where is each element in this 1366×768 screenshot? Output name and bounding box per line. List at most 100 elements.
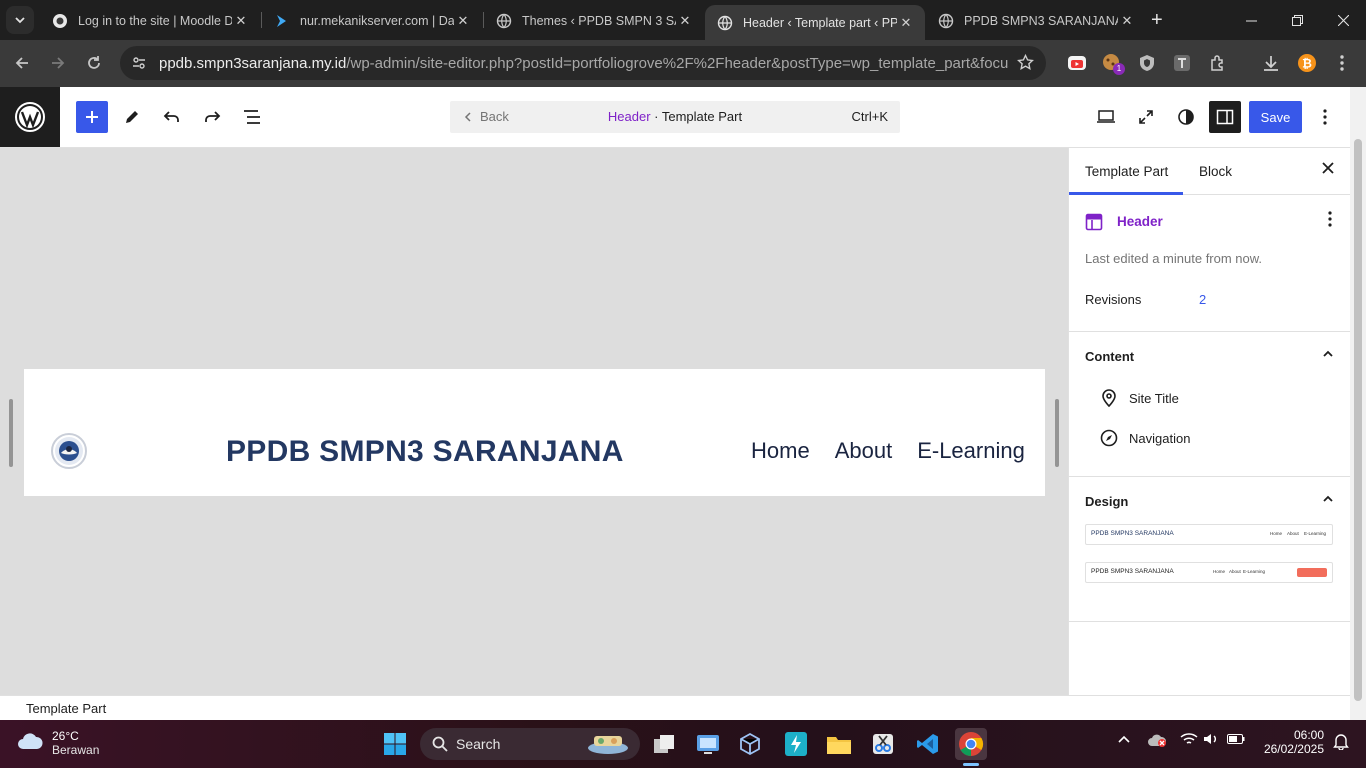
header-pattern-option-1[interactable]: PPDB SMPN3 SARANJANA Home About E-Learni… bbox=[1085, 524, 1333, 545]
command-center[interactable]: Back Header · Template Part Ctrl+K bbox=[450, 101, 900, 133]
file-explorer-app[interactable] bbox=[823, 728, 855, 760]
address-bar[interactable]: ppdb.smpn3saranjana.my.id/wp-admin/site-… bbox=[120, 46, 1046, 80]
windows-logo-icon bbox=[384, 733, 406, 755]
volume-tray-icon[interactable] bbox=[1203, 732, 1219, 751]
system-clock[interactable]: 06:00 26/02/2025 bbox=[1258, 728, 1324, 756]
close-icon[interactable]: ✕ bbox=[897, 15, 915, 31]
document-overview-button[interactable] bbox=[236, 101, 268, 133]
scrollbar-thumb[interactable] bbox=[1354, 139, 1362, 701]
sidebar-tabs: Template Part Block bbox=[1069, 148, 1350, 195]
save-button[interactable]: Save bbox=[1249, 101, 1302, 133]
undo-button[interactable] bbox=[156, 101, 188, 133]
virtualbox-app[interactable] bbox=[734, 728, 766, 760]
redo-button[interactable] bbox=[196, 101, 228, 133]
breadcrumb[interactable]: Template Part bbox=[26, 701, 106, 716]
battery-tray-icon[interactable] bbox=[1227, 732, 1245, 750]
close-icon[interactable]: ✕ bbox=[676, 13, 694, 29]
settings-sidebar-toggle[interactable] bbox=[1209, 101, 1241, 133]
chrome-app[interactable] bbox=[955, 728, 987, 760]
header-pattern-option-2[interactable]: PPDB SMPN3 SARANJANA Home About E-Learni… bbox=[1085, 562, 1333, 583]
remote-desktop-app[interactable] bbox=[692, 728, 724, 760]
zoom-out-button[interactable] bbox=[1130, 101, 1162, 133]
browser-tab-mekanikserver[interactable]: nur.mekanikserver.com | Dash ✕ bbox=[262, 5, 482, 36]
tools-button[interactable] bbox=[116, 101, 148, 133]
pattern-nav-item: About bbox=[1229, 569, 1241, 574]
resize-handle-left[interactable] bbox=[9, 399, 13, 467]
browser-tab-themes[interactable]: Themes ‹ PPDB SMPN 3 SARA ✕ bbox=[484, 5, 704, 36]
tab-block[interactable]: Block bbox=[1199, 164, 1232, 179]
block-inserter-button[interactable] bbox=[76, 101, 108, 133]
onedrive-tray-icon[interactable] bbox=[1147, 732, 1167, 753]
task-view-button[interactable] bbox=[648, 728, 680, 760]
cookie-extension-icon[interactable]: 1 bbox=[1100, 51, 1125, 75]
start-button[interactable] bbox=[379, 728, 411, 760]
reload-button[interactable] bbox=[81, 50, 107, 76]
download-icon[interactable] bbox=[1259, 51, 1283, 75]
close-icon[interactable]: ✕ bbox=[232, 13, 250, 29]
task-view-icon bbox=[654, 735, 674, 753]
youtube-extension-icon[interactable] bbox=[1065, 51, 1089, 75]
wifi-tray-icon[interactable] bbox=[1180, 732, 1198, 751]
restore-button[interactable] bbox=[1274, 0, 1320, 40]
site-title[interactable]: PPDB SMPN3 SARANJANA bbox=[226, 435, 624, 469]
show-hidden-icons-button[interactable] bbox=[1117, 732, 1131, 751]
content-panel-toggle[interactable]: Content bbox=[1069, 332, 1350, 379]
resize-handle-right[interactable] bbox=[1055, 399, 1059, 467]
power-automate-app[interactable] bbox=[780, 728, 812, 760]
weather-widget[interactable]: 26°C Berawan bbox=[16, 729, 99, 757]
vscode-app[interactable] bbox=[912, 728, 944, 760]
browser-tab-site[interactable]: PPDB SMPN3 SARANJANA ✕ bbox=[926, 5, 1146, 36]
device-preview-button[interactable] bbox=[1090, 101, 1122, 133]
search-highlight-icon bbox=[588, 736, 628, 754]
snipping-tool-app[interactable] bbox=[867, 728, 899, 760]
content-panel: Content Site Title Navigation bbox=[1069, 332, 1350, 477]
options-menu-button[interactable] bbox=[1309, 101, 1341, 133]
content-item-site-title[interactable]: Site Title bbox=[1069, 379, 1350, 419]
content-item-navigation[interactable]: Navigation bbox=[1069, 419, 1350, 459]
puzzle-extensions-icon[interactable] bbox=[1206, 51, 1230, 75]
nav-item-e-learning[interactable]: E-Learning bbox=[917, 438, 1025, 464]
close-sidebar-button[interactable] bbox=[1322, 162, 1334, 177]
revisions-label: Revisions bbox=[1085, 292, 1142, 307]
browser-tab-header-active[interactable]: Header ‹ Template part ‹ PPD ✕ bbox=[705, 5, 925, 40]
site-info-icon[interactable] bbox=[122, 46, 156, 80]
tab-search-button[interactable] bbox=[6, 6, 34, 34]
bookmark-star-icon[interactable] bbox=[1017, 53, 1034, 76]
close-window-button[interactable] bbox=[1320, 0, 1366, 40]
close-icon[interactable]: ✕ bbox=[1118, 13, 1136, 29]
minimize-button[interactable] bbox=[1228, 0, 1274, 40]
navigation-block[interactable]: Home About E-Learning bbox=[751, 438, 1025, 464]
tab-template-part[interactable]: Template Part bbox=[1085, 164, 1168, 179]
template-actions-button[interactable] bbox=[1328, 211, 1332, 232]
site-logo[interactable] bbox=[51, 433, 87, 469]
tab-title: nur.mekanikserver.com | Dash bbox=[300, 13, 454, 28]
page-scrollbar[interactable] bbox=[1350, 87, 1366, 720]
document-title[interactable]: Header · Template Part bbox=[450, 109, 900, 124]
revisions-count-link[interactable]: 2 bbox=[1199, 292, 1206, 307]
svg-text:₿: ₿ bbox=[1302, 57, 1312, 71]
chevron-up-icon bbox=[1322, 492, 1334, 510]
design-panel-toggle[interactable]: Design bbox=[1069, 477, 1350, 524]
arrow-right-icon bbox=[52, 57, 65, 69]
notification-bell-icon bbox=[1333, 734, 1349, 751]
header-template-preview[interactable]: PPDB SMPN3 SARANJANA Home About E-Learni… bbox=[24, 369, 1045, 496]
wordpress-logo-button[interactable] bbox=[0, 87, 60, 147]
close-icon[interactable]: ✕ bbox=[454, 13, 472, 29]
nav-item-about[interactable]: About bbox=[835, 438, 893, 464]
more-vertical-icon bbox=[1323, 109, 1327, 125]
nav-item-home[interactable]: Home bbox=[751, 438, 810, 464]
browser-toolbar: ppdb.smpn3saranjana.my.id/wp-admin/site-… bbox=[0, 40, 1366, 87]
browser-tab-moodle[interactable]: Log in to the site | Moodle Da ✕ bbox=[40, 5, 260, 36]
styles-button[interactable] bbox=[1170, 101, 1202, 133]
pattern-cta-button bbox=[1297, 568, 1327, 577]
chrome-menu-button[interactable] bbox=[1330, 51, 1354, 75]
globe-icon bbox=[717, 15, 733, 31]
new-tab-button[interactable]: + bbox=[1151, 10, 1163, 30]
notifications-button[interactable] bbox=[1333, 732, 1349, 755]
shield-extension-icon[interactable] bbox=[1135, 51, 1159, 75]
back-button[interactable] bbox=[9, 50, 35, 76]
text-extension-icon[interactable] bbox=[1170, 51, 1194, 75]
taskbar-search[interactable]: Search bbox=[420, 728, 640, 760]
forward-button[interactable] bbox=[45, 50, 71, 76]
bitcoin-extension-icon[interactable]: ₿ bbox=[1295, 51, 1319, 75]
